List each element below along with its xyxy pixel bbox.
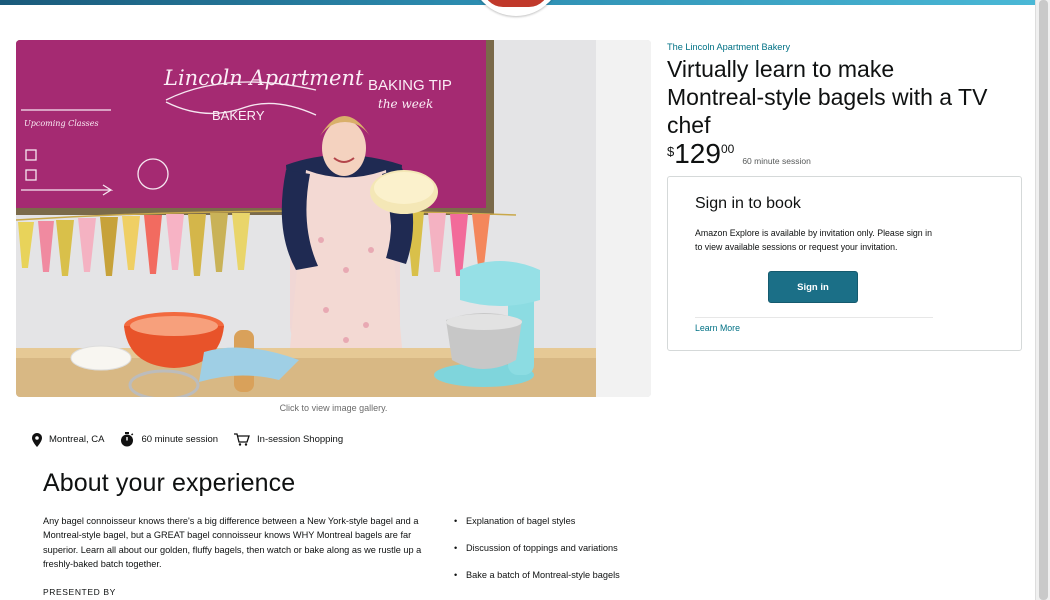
about-description: Any bagel connoisseur knows there's a bi…	[43, 516, 422, 570]
divider	[695, 317, 933, 318]
price-session-length: 60 minute session	[742, 156, 811, 166]
about-heading: About your experience	[43, 469, 296, 497]
signin-heading: Sign in to book	[695, 195, 801, 212]
price-whole: 129	[674, 138, 721, 169]
page: Lincoln Apartment BAKERY BAKING TIP the …	[0, 0, 1035, 600]
list-item: Explanation of bagel styles	[454, 514, 620, 541]
cart-icon	[234, 433, 250, 446]
list-item: Bake a batch of Montreal-style bagels	[454, 568, 620, 595]
hero-image[interactable]: Lincoln Apartment BAKERY BAKING TIP the …	[16, 40, 651, 397]
hero-photo: Lincoln Apartment BAKERY BAKING TIP the …	[16, 40, 651, 397]
gallery-caption[interactable]: Click to view image gallery.	[16, 403, 651, 413]
chalk-side: Upcoming Classes	[24, 119, 99, 128]
meta-location-text: Montreal, CA	[49, 434, 105, 445]
experience-meta: Montreal, CA 60 minute session In-sessio…	[32, 432, 359, 447]
chalk-title: Lincoln Apartment	[163, 66, 364, 90]
chalk-tip-sub: the week	[378, 97, 433, 111]
page-scrollbar[interactable]	[1035, 0, 1050, 600]
meta-shopping: In-session Shopping	[234, 433, 343, 446]
presented-by-label: PRESENTED BY	[43, 587, 116, 597]
price-fraction: 00	[720, 142, 735, 156]
experience-title: Virtually learn to make Montreal-style b…	[667, 56, 988, 138]
meta-duration-text: 60 minute session	[141, 434, 219, 445]
signin-description: Amazon Explore is available by invitatio…	[695, 228, 932, 252]
scrollbar-thumb[interactable]	[1039, 0, 1048, 600]
signin-card: Sign in to book Amazon Explore is availa…	[667, 176, 1022, 351]
stopwatch-icon	[121, 432, 134, 447]
seller-link[interactable]: The Lincoln Apartment Bakery	[667, 42, 790, 52]
signin-button[interactable]: Sign in	[768, 271, 858, 303]
meta-shopping-text: In-session Shopping	[257, 434, 344, 445]
price-symbol: $	[667, 144, 675, 159]
meta-duration: 60 minute session	[120, 432, 218, 447]
learn-more-link[interactable]: Learn More	[695, 323, 740, 333]
meta-location: Montreal, CA	[32, 432, 105, 447]
list-item: Discussion of toppings and variations	[454, 541, 620, 568]
chalk-subtitle: BAKERY	[212, 108, 265, 123]
chalk-tip: BAKING TIP	[368, 77, 452, 94]
price: $ 129 00 60 minute session	[667, 139, 811, 169]
highlights-list: Explanation of bagel styles Discussion o…	[454, 514, 620, 595]
host-avatar[interactable]	[470, 0, 562, 16]
location-pin-icon	[32, 432, 42, 447]
